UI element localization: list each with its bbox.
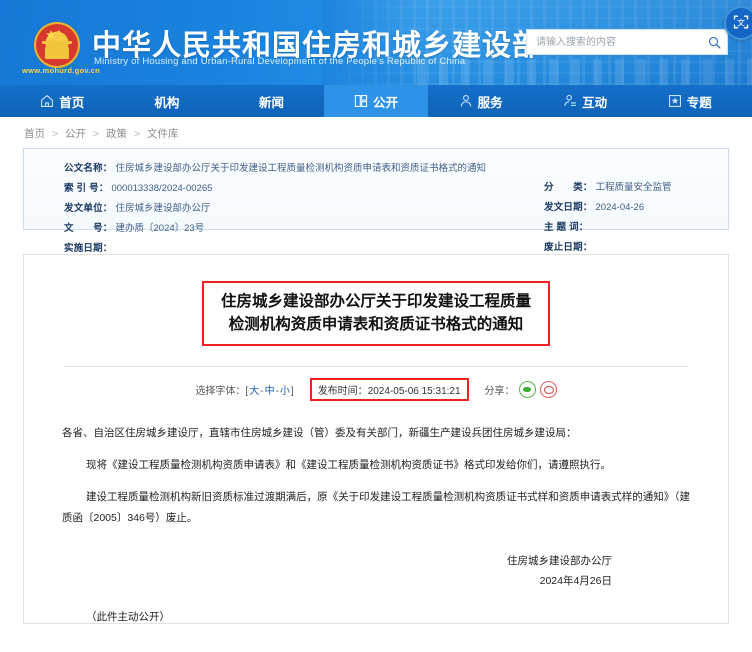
metadata-row-index-number: 索 引 号： 000013338/2024-00265	[64, 182, 486, 195]
signature-date: 2024年4月26日	[539, 575, 612, 587]
nav-item-home[interactable]: 首页	[10, 85, 115, 117]
home-icon	[40, 94, 54, 108]
nav-label: 专题	[686, 95, 712, 110]
document-footer-note: （此件主动公开）	[86, 611, 170, 623]
document-body: 各省、自治区住房城乡建设厅，直辖市住房城乡建设（管）委及有关部门，新疆生产建设兵…	[24, 423, 728, 623]
document-open-icon	[354, 94, 368, 108]
document-title-highlight: 住房城乡建设部办公厅关于印发建设工程质量 检测机构资质申请表和资质证书格式的通知	[202, 281, 550, 346]
breadcrumb-item-home[interactable]: 首页	[24, 128, 45, 140]
document-paragraph-2: 建设工程质量检测机构新旧资质标准过渡期满后，原《关于印发建设工程质量检测机构资质…	[62, 491, 690, 524]
metadata-row-issuing-unit: 发文单位： 住房城乡建设部办公厅	[64, 202, 486, 215]
metadata-row-doc-name: 公文名称： 住房城乡建设部办公厅关于印发建设工程质量检测机构资质申请表和资质证书…	[64, 162, 486, 175]
metadata-label: 分 类：	[544, 182, 593, 193]
site-url: www.mohurd.gov.cn	[22, 66, 101, 75]
font-size-separator: -	[260, 386, 264, 397]
metadata-row-repeal-date: 废止日期：	[544, 241, 672, 254]
metadata-value: 000013338/2024-00265	[111, 183, 213, 194]
nav-item-service[interactable]: 服务	[428, 85, 533, 117]
search-box[interactable]	[526, 29, 728, 55]
metadata-label: 公文名称：	[64, 163, 113, 174]
nav-item-disclosure[interactable]: 公开	[323, 85, 429, 117]
signature-organization: 住房城乡建设部办公厅	[507, 555, 612, 567]
national-emblem-icon	[34, 22, 80, 68]
document-paragraph-salutation: 各省、自治区住房城乡建设厅，直辖市住房城乡建设（管）委及有关部门，新疆生产建设兵…	[62, 427, 577, 439]
metadata-label: 主 题 词：	[544, 222, 589, 233]
emblem-stars	[42, 29, 72, 42]
metadata-value: 住房城乡建设部办公厅	[115, 203, 211, 214]
publish-time-highlight: 发布时间：2024-05-06 15:31:21	[309, 378, 469, 401]
metadata-value: 建办质〔2024〕23号	[115, 223, 205, 234]
metadata-row-issue-date: 发文日期： 2024-04-26	[544, 201, 672, 214]
metadata-row-keywords: 主 题 词：	[544, 221, 672, 234]
document-title-line1: 住房城乡建设部办公厅关于印发建设工程质量	[220, 293, 531, 310]
nav-item-topics[interactable]: 专题	[637, 85, 742, 117]
breadcrumb-item-disclosure[interactable]: 公开	[65, 128, 86, 140]
page-root: 中华人民共和国住房和城乡建设部 Ministry of Housing and …	[0, 0, 752, 652]
font-size-large-link[interactable]: 大	[249, 386, 259, 397]
nav-label: 服务	[477, 95, 503, 110]
metadata-left-column: 公文名称： 住房城乡建设部办公厅关于印发建设工程质量检测机构资质申请表和资质证书…	[64, 162, 486, 262]
metadata-label: 废止日期：	[544, 242, 593, 253]
scan-text-icon: 文	[733, 14, 749, 33]
document-toolbar: 选择字体：[大-中-小] 发布时间：2024-05-06 15:31:21 分享…	[24, 378, 728, 401]
document-signature: 住房城乡建设部办公厅 2024年4月26日	[62, 551, 690, 591]
document-divider	[64, 366, 688, 367]
svg-text:文: 文	[737, 17, 745, 27]
metadata-row-doc-number: 文 号： 建办质〔2024〕23号	[64, 222, 486, 235]
wechat-icon[interactable]	[518, 381, 536, 398]
publish-time-label: 发布时间：	[317, 386, 368, 397]
star-box-icon	[668, 94, 682, 108]
breadcrumb: 首页 > 公开 > 政策 > 文件库	[16, 117, 736, 148]
metadata-label: 发文单位：	[64, 203, 113, 214]
emblem-gate	[42, 41, 72, 59]
main-navigation: 首页 机构 新闻 公开 服务 互动 专题	[0, 85, 752, 117]
interaction-icon	[563, 94, 577, 108]
search-button[interactable]	[701, 31, 727, 53]
nav-label: 新闻	[258, 95, 284, 110]
font-size-close: ]	[290, 386, 294, 397]
breadcrumb-item-policy[interactable]: 政策	[106, 128, 127, 140]
nav-label: 机构	[154, 95, 180, 110]
nav-label: 公开	[373, 95, 399, 110]
metadata-value: 工程质量安全监管	[595, 182, 672, 193]
share-section: 分享：	[485, 381, 557, 398]
font-size-medium-link[interactable]: 中	[265, 386, 275, 397]
metadata-right-column: 分 类： 工程质量安全监管 发文日期： 2024-04-26 主 题 词： 废止…	[544, 181, 672, 261]
site-header: 中华人民共和国住房和城乡建设部 Ministry of Housing and …	[0, 0, 752, 85]
metadata-row-category: 分 类： 工程质量安全监管	[544, 181, 672, 194]
document-paragraph-1: 现将《建设工程质量检测机构资质申请表》和《建设工程质量检测机构资质证书》格式印发…	[86, 459, 611, 471]
nav-item-interaction[interactable]: 互动	[533, 85, 638, 117]
publish-time-value: 2024-05-06 15:31:21	[367, 386, 461, 397]
search-input[interactable]	[527, 31, 701, 53]
nav-label: 首页	[59, 95, 85, 110]
font-size-small-link[interactable]: 小	[280, 386, 290, 397]
scan-text-button[interactable]: 文	[724, 6, 752, 40]
nav-label: 互动	[582, 95, 608, 110]
metadata-value: 住房城乡建设部办公厅关于印发建设工程质量检测机构资质申请表和资质证书格式的通知	[115, 163, 487, 174]
document-title-line2: 检测机构资质申请表和资质证书格式的通知	[228, 316, 524, 333]
metadata-label: 索 引 号：	[64, 183, 109, 194]
breadcrumb-separator: >	[133, 128, 141, 140]
font-size-label: 选择字体：[	[195, 386, 249, 397]
document-metadata-card: 公文名称： 住房城乡建设部办公厅关于印发建设工程质量检测机构资质申请表和资质证书…	[23, 148, 729, 254]
search-icon	[708, 36, 721, 49]
document-content-card: 住房城乡建设部办公厅关于印发建设工程质量 检测机构资质申请表和资质证书格式的通知…	[23, 254, 729, 624]
share-label: 分享：	[484, 386, 515, 397]
font-size-separator: -	[275, 386, 279, 397]
breadcrumb-separator: >	[51, 128, 59, 140]
nav-item-news[interactable]: 新闻	[219, 85, 324, 117]
breadcrumb-separator: >	[92, 128, 100, 140]
weibo-icon[interactable]	[539, 381, 557, 398]
user-service-icon	[459, 94, 473, 108]
metadata-label: 文 号：	[64, 223, 113, 234]
metadata-label: 发文日期：	[544, 202, 593, 213]
metadata-value: 2024-04-26	[595, 202, 645, 213]
breadcrumb-item-filelibrary[interactable]: 文件库	[147, 128, 179, 140]
font-size-picker: 选择字体：[大-中-小]	[195, 382, 293, 397]
site-subtitle: Ministry of Housing and Urban-Rural Deve…	[94, 56, 466, 67]
nav-item-organization[interactable]: 机构	[115, 85, 220, 117]
